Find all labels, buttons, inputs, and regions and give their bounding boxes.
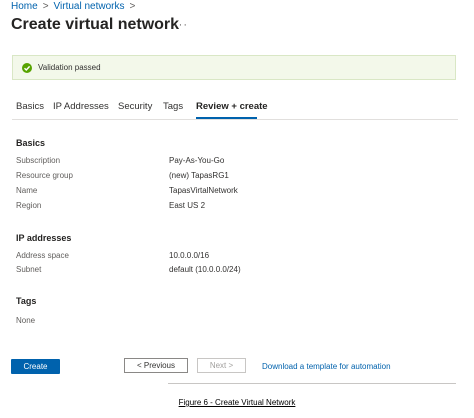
validation-status-text: Validation passed	[38, 63, 101, 72]
section-heading-tags: Tags	[16, 296, 37, 306]
tab-ip-addresses[interactable]: IP Addresses	[53, 101, 109, 112]
tab-security[interactable]: Security	[118, 101, 152, 112]
figure-caption: Figure 6 - Create Virtual Network	[0, 398, 474, 407]
field-value-subnet: default (10.0.0.0/24)	[169, 265, 241, 274]
field-value-tags: None	[16, 316, 36, 325]
field-label-subscription: Subscription	[16, 156, 61, 165]
field-label-resource-group: Resource group	[16, 171, 73, 180]
tab-basics[interactable]: Basics	[16, 101, 44, 112]
field-label-subnet: Subnet	[16, 265, 42, 274]
section-heading-ip-addresses: IP addresses	[16, 233, 72, 243]
page-title: Create virtual network	[11, 16, 180, 33]
figure-caption-text: Figure 6 - Create Virtual Network	[178, 398, 296, 407]
download-template-link[interactable]: Download a template for automation	[262, 362, 391, 371]
checkmark-icon	[22, 63, 32, 73]
breadcrumb: Home > Virtual networks >	[11, 1, 140, 12]
footer-divider	[168, 383, 456, 384]
breadcrumb-separator: >	[42, 1, 49, 12]
breadcrumb-virtual-networks-link[interactable]: Virtual networks	[54, 1, 125, 12]
previous-button[interactable]: < Previous	[124, 358, 188, 373]
section-heading-basics: Basics	[16, 138, 46, 148]
breadcrumb-home-link[interactable]: Home	[11, 1, 38, 12]
validation-banner: Validation passed	[12, 55, 456, 80]
field-label-name: Name	[16, 186, 38, 195]
field-value-resource-group: (new) TapasRG1	[169, 171, 229, 180]
field-label-address-space: Address space	[16, 251, 69, 260]
tab-tags[interactable]: Tags	[163, 101, 183, 112]
field-value-address-space: 10.0.0.0/16	[169, 251, 210, 260]
field-label-region: Region	[16, 201, 42, 210]
field-value-subscription: Pay-As-You-Go	[169, 156, 225, 165]
create-button[interactable]: Create	[11, 359, 60, 374]
breadcrumb-separator: >	[129, 1, 136, 12]
more-options-icon[interactable]: ···	[174, 19, 188, 31]
field-value-name: TapasVirtalNetwork	[169, 186, 238, 195]
tab-divider	[12, 119, 458, 120]
field-value-region: East US 2	[169, 201, 206, 210]
tab-review-create[interactable]: Review + create	[196, 101, 268, 112]
next-button[interactable]: Next >	[197, 358, 246, 373]
